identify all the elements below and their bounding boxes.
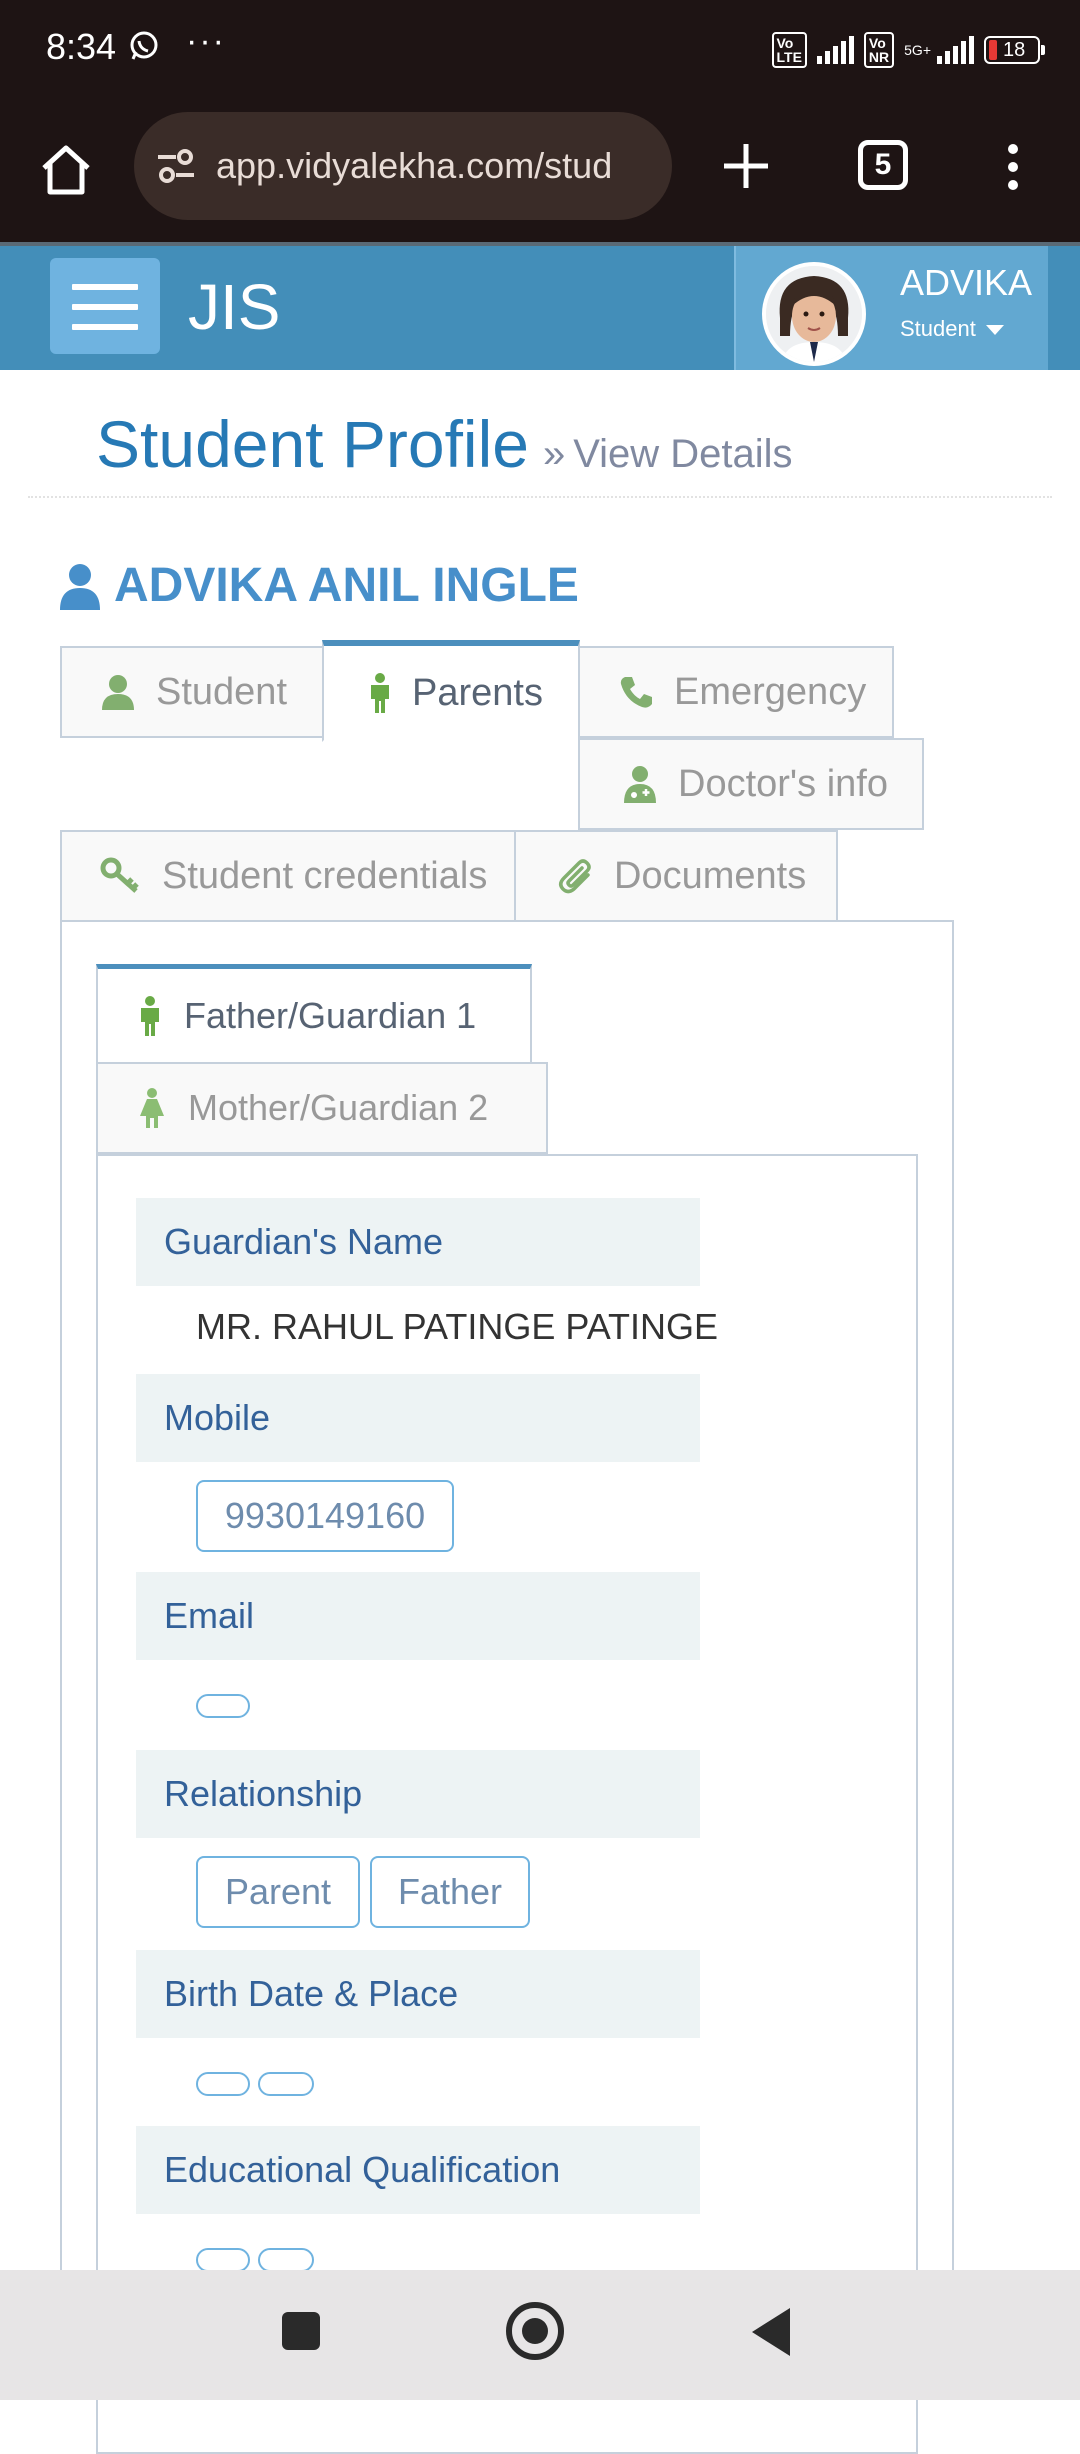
email-value-empty [196, 1694, 250, 1718]
educational-qualification-label: Educational Qualification [136, 2126, 700, 2214]
home-circle-icon[interactable] [506, 2302, 564, 2360]
user-role-label: Student [900, 316, 976, 341]
browser-toolbar: app.vidyalekha.com/stud 5 [0, 100, 1080, 246]
student-name: ADVIKA ANIL INGLE [114, 559, 579, 612]
caret-down-icon [985, 325, 1004, 336]
male-icon [371, 673, 389, 713]
system-navigation-bar [0, 2270, 1080, 2400]
tab-student-label: Student [156, 670, 287, 713]
user-icon [102, 675, 134, 710]
phone-icon [620, 677, 652, 708]
tab-documents[interactable]: Documents [514, 830, 838, 922]
more-vert-icon[interactable] [996, 138, 1030, 198]
page-title: Student Profile » View Details [96, 406, 793, 482]
vonr-icon: Vo NR [863, 32, 895, 68]
status-bar: 8:34 ··· Vo LTE Vo NR 5G+ 18 [0, 0, 1080, 100]
notification-dots: ··· [186, 22, 226, 60]
relationship-value-father: Father [370, 1856, 530, 1928]
battery-icon: 18 [984, 36, 1045, 64]
user-name: ADVIKA [900, 262, 1033, 303]
page-title-text: Student Profile [96, 407, 529, 481]
user-md-icon [624, 766, 656, 803]
double-angle-right-icon: » [542, 432, 566, 476]
url-text[interactable]: app.vidyalekha.com/stud [216, 145, 612, 187]
paperclip-icon [559, 859, 591, 894]
female-icon [140, 1088, 164, 1128]
user-icon [60, 563, 100, 610]
subtab-mother-label: Mother/Guardian 2 [188, 1087, 489, 1128]
subtab-father-guardian[interactable]: Father/Guardian 1 [96, 964, 532, 1064]
subtab-mother-guardian[interactable]: Mother/Guardian 2 [96, 1062, 548, 1154]
avatar [762, 262, 866, 366]
tab-doctor-info-label: Doctor's info [678, 762, 889, 805]
guardian-name-value: MR. RAHUL PATINGE PATINGE [196, 1306, 719, 1347]
new-tab-plus-icon[interactable] [716, 136, 776, 196]
student-photo [766, 266, 862, 362]
home-icon[interactable] [36, 140, 96, 200]
tab-parents[interactable]: Parents [322, 640, 580, 742]
mobile-label: Mobile [136, 1374, 700, 1462]
status-icons: Vo LTE Vo NR 5G+ 18 [771, 30, 1045, 70]
key-icon [100, 857, 139, 893]
page-subtitle: View Details [573, 432, 793, 476]
subtab-father-label: Father/Guardian 1 [184, 994, 477, 1036]
back-icon[interactable] [752, 2308, 790, 2356]
birth-place-value-empty [258, 2072, 314, 2096]
recents-icon[interactable] [282, 2312, 320, 2350]
site-settings-icon[interactable] [154, 144, 198, 188]
birth-date-value-empty [196, 2072, 250, 2096]
volte-icon: Vo LTE [771, 32, 807, 68]
male-icon [141, 995, 159, 1036]
address-bar[interactable]: app.vidyalekha.com/stud [134, 112, 672, 220]
whatsapp-icon [130, 31, 158, 60]
app-header: JIS ADVIKA Student [0, 246, 1080, 370]
tab-parents-label: Parents [412, 671, 543, 714]
battery-level: 18 [1003, 38, 1026, 61]
birth-date-place-label: Birth Date & Place [136, 1950, 700, 2038]
brand-logo-text[interactable]: JIS [188, 270, 280, 344]
5g-icon: 5G+ [904, 42, 931, 58]
tab-emergency[interactable]: Emergency [578, 646, 894, 738]
email-label: Email [136, 1572, 700, 1660]
tab-switcher-button[interactable]: 5 [858, 140, 908, 190]
tab-student[interactable]: Student [60, 646, 324, 738]
education-value-empty [196, 2248, 250, 2272]
tab-documents-label: Documents [614, 854, 807, 897]
user-role: Student [900, 316, 1004, 342]
tab-student-credentials[interactable]: Student credentials [60, 830, 516, 922]
status-time: 8:34 [46, 26, 117, 67]
tab-emergency-label: Emergency [674, 670, 867, 713]
relationship-label: Relationship [136, 1750, 700, 1838]
page-header: Student Profile » View Details [28, 370, 1052, 498]
tab-student-credentials-label: Student credentials [162, 854, 488, 897]
student-name-heading: ADVIKA ANIL INGLE [58, 558, 579, 613]
menu-toggle-button[interactable] [50, 258, 160, 354]
signal-icon [816, 36, 854, 64]
guardian-name-label: Guardian's Name [136, 1198, 700, 1286]
mobile-value: 9930149160 [196, 1480, 454, 1552]
tab-doctor-info[interactable]: Doctor's info [578, 738, 924, 830]
relationship-value-parent: Parent [196, 1856, 360, 1928]
user-menu[interactable]: ADVIKA Student [734, 246, 1048, 370]
education-value-empty-2 [258, 2248, 314, 2272]
signal-icon-2 [937, 36, 974, 64]
